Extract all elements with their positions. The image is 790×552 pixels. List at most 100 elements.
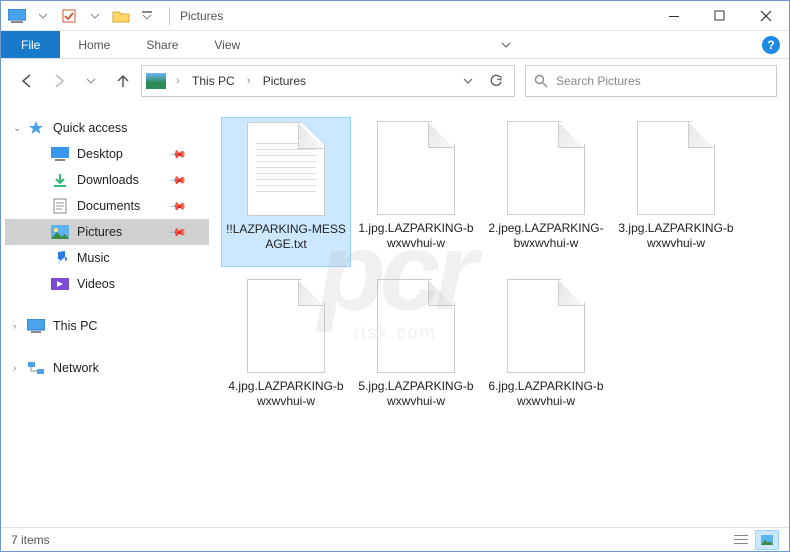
status-bar: 7 items — [1, 527, 789, 551]
folder-icon[interactable] — [109, 4, 133, 28]
network-icon — [27, 360, 45, 376]
quick-access-toolbar — [1, 1, 163, 30]
pin-icon: 📌 — [169, 197, 188, 216]
sidebar-item-label: Pictures — [77, 225, 122, 239]
tab-share[interactable]: Share — [128, 31, 196, 58]
tab-home[interactable]: Home — [60, 31, 128, 58]
qat-dropdown-icon[interactable] — [31, 4, 55, 28]
file-item[interactable]: 6.jpg.LAZPARKING-bwxwvhui-w — [481, 275, 611, 425]
breadcrumb-tools — [454, 67, 510, 95]
sidebar-item-label: Downloads — [77, 173, 139, 187]
sidebar-item-label: Quick access — [53, 121, 127, 135]
file-label: 4.jpg.LAZPARKING-bwxwvhui-w — [226, 379, 346, 409]
qat-customize-icon[interactable] — [135, 4, 159, 28]
sidebar-item-label: Music — [77, 251, 110, 265]
sidebar-item-label: Videos — [77, 277, 115, 291]
generic-file-icon — [377, 121, 455, 215]
properties-icon[interactable] — [57, 4, 81, 28]
music-icon — [51, 250, 69, 266]
sidebar-quick-access[interactable]: ⌄ Quick access — [5, 115, 209, 141]
minimize-button[interactable] — [651, 1, 697, 31]
text-file-icon — [247, 122, 325, 216]
view-mode-switcher — [729, 530, 779, 550]
sidebar-item-label: Desktop — [77, 147, 123, 161]
pictures-icon — [51, 224, 69, 240]
breadcrumb[interactable]: › This PC › Pictures — [141, 65, 515, 97]
thumbnails-view-button[interactable] — [755, 530, 779, 550]
nav-forward-button[interactable] — [45, 67, 73, 95]
main-area: ⌄ Quick access Desktop 📌 Downloads 📌 Doc… — [1, 103, 789, 527]
file-item[interactable]: !!LAZPARKING-MESSAGE.txt — [221, 117, 351, 267]
file-label: 1.jpg.LAZPARKING-bwxwvhui-w — [356, 221, 476, 251]
pictures-location-icon — [146, 73, 166, 89]
file-item[interactable]: 5.jpg.LAZPARKING-bwxwvhui-w — [351, 275, 481, 425]
search-input[interactable]: Search Pictures — [525, 65, 777, 97]
chevron-right-icon[interactable]: › — [13, 363, 16, 374]
search-placeholder: Search Pictures — [556, 74, 641, 88]
pin-icon: 📌 — [169, 145, 188, 164]
file-tab[interactable]: File — [1, 31, 60, 58]
breadcrumb-segment[interactable]: This PC — [186, 74, 241, 88]
generic-file-icon — [377, 279, 455, 373]
sidebar-item-label: This PC — [53, 319, 97, 333]
sidebar-network[interactable]: › Network — [5, 355, 209, 381]
sidebar-item-downloads[interactable]: Downloads 📌 — [5, 167, 209, 193]
chevron-right-icon[interactable]: › — [170, 75, 186, 87]
desktop-icon — [51, 146, 69, 162]
pin-icon: 📌 — [169, 171, 188, 190]
file-list[interactable]: !!LAZPARKING-MESSAGE.txt 1.jpg.LAZPARKING… — [213, 103, 789, 527]
downloads-icon — [51, 172, 69, 188]
help-button[interactable]: ? — [753, 31, 789, 58]
sidebar-item-videos[interactable]: Videos — [5, 271, 209, 297]
file-label: 2.jpeg.LAZPARKING-bwxwvhui-w — [486, 221, 606, 251]
file-label: 6.jpg.LAZPARKING-bwxwvhui-w — [486, 379, 606, 409]
sidebar-this-pc[interactable]: › This PC — [5, 313, 209, 339]
ribbon: File Home Share View ? — [1, 31, 789, 59]
details-view-button[interactable] — [729, 530, 753, 550]
file-label: 5.jpg.LAZPARKING-bwxwvhui-w — [356, 379, 476, 409]
star-icon — [27, 120, 45, 136]
sidebar-item-label: Network — [53, 361, 99, 375]
navigation-pane: ⌄ Quick access Desktop 📌 Downloads 📌 Doc… — [1, 103, 213, 527]
chevron-right-icon[interactable]: › — [241, 75, 257, 87]
generic-file-icon — [507, 279, 585, 373]
file-label: 3.jpg.LAZPARKING-bwxwvhui-w — [616, 221, 736, 251]
file-item[interactable]: 3.jpg.LAZPARKING-bwxwvhui-w — [611, 117, 741, 267]
chevron-down-icon[interactable]: ⌄ — [13, 123, 21, 134]
generic-file-icon — [507, 121, 585, 215]
sidebar-item-label: Documents — [77, 199, 140, 213]
file-item[interactable]: 2.jpeg.LAZPARKING-bwxwvhui-w — [481, 117, 611, 267]
item-count: 7 items — [11, 533, 50, 547]
tab-view[interactable]: View — [196, 31, 258, 58]
explorer-icon — [5, 4, 29, 28]
close-button[interactable] — [743, 1, 789, 31]
navigation-bar: › This PC › Pictures Search Pictures — [1, 59, 789, 103]
sidebar-item-music[interactable]: Music — [5, 245, 209, 271]
sidebar-item-documents[interactable]: Documents 📌 — [5, 193, 209, 219]
search-icon — [534, 74, 548, 88]
help-icon: ? — [762, 36, 780, 54]
file-item[interactable]: 1.jpg.LAZPARKING-bwxwvhui-w — [351, 117, 481, 267]
ribbon-expand-icon[interactable] — [492, 31, 520, 58]
chevron-right-icon[interactable]: › — [13, 321, 16, 332]
file-item[interactable]: 4.jpg.LAZPARKING-bwxwvhui-w — [221, 275, 351, 425]
breadcrumb-dropdown-icon[interactable] — [454, 67, 482, 95]
qat-dropdown-icon[interactable] — [83, 4, 107, 28]
nav-recent-dropdown[interactable] — [77, 67, 105, 95]
nav-up-button[interactable] — [109, 67, 137, 95]
generic-file-icon — [247, 279, 325, 373]
documents-icon — [51, 198, 69, 214]
titlebar-divider — [169, 7, 170, 25]
sidebar-item-pictures[interactable]: Pictures 📌 — [5, 219, 209, 245]
sidebar-item-desktop[interactable]: Desktop 📌 — [5, 141, 209, 167]
pin-icon: 📌 — [169, 223, 188, 242]
breadcrumb-segment[interactable]: Pictures — [257, 74, 312, 88]
this-pc-icon — [27, 318, 45, 334]
maximize-button[interactable] — [697, 1, 743, 31]
window-title: Pictures — [176, 9, 223, 23]
titlebar: Pictures — [1, 1, 789, 31]
generic-file-icon — [637, 121, 715, 215]
refresh-button[interactable] — [482, 67, 510, 95]
file-label: !!LAZPARKING-MESSAGE.txt — [226, 222, 346, 252]
nav-back-button[interactable] — [13, 67, 41, 95]
